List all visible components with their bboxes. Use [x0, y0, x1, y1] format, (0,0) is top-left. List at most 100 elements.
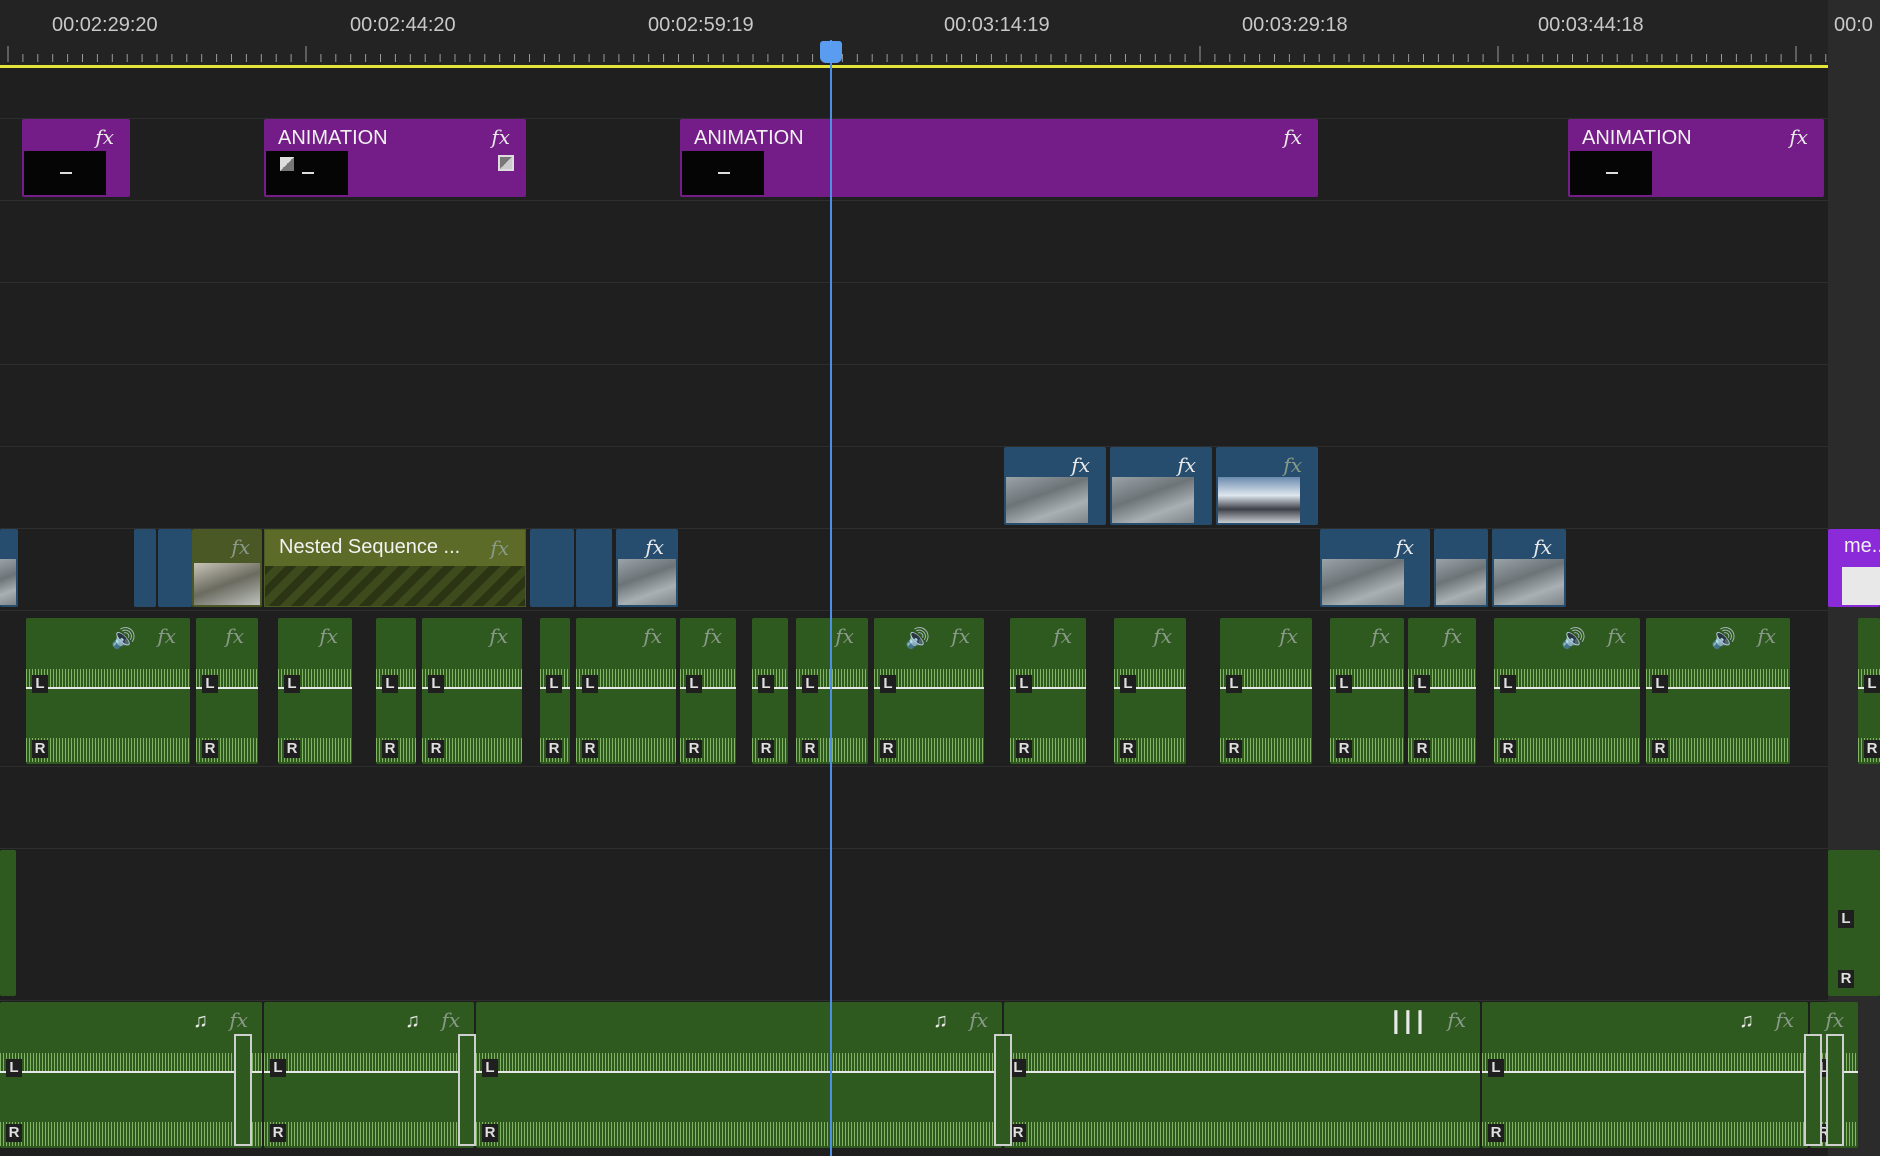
fx-badge[interactable]: fx — [1825, 1008, 1844, 1032]
audio-clip[interactable]: L Rfx — [1220, 618, 1312, 764]
playhead-handle[interactable] — [820, 41, 842, 63]
track-audio-2[interactable] — [0, 766, 1828, 849]
volume-level-line[interactable] — [1482, 1071, 1808, 1073]
audio-transition[interactable] — [1826, 1034, 1844, 1146]
fx-badge[interactable]: fx — [1533, 535, 1552, 559]
audio-clip[interactable]: L Rfx ♫ — [264, 1002, 474, 1148]
audio-clip[interactable]: LR — [1858, 618, 1880, 764]
fx-badge[interactable]: fx — [229, 1008, 248, 1032]
playhead-line[interactable] — [830, 40, 832, 1156]
video-clip[interactable]: fx — [192, 529, 262, 607]
fx-badge[interactable]: fx — [95, 125, 114, 149]
audio-transition[interactable] — [458, 1034, 476, 1146]
volume-level-line[interactable] — [264, 1071, 474, 1073]
video-clip[interactable] — [1434, 529, 1488, 607]
volume-level-line[interactable] — [1004, 1071, 1480, 1073]
nested-clip-cut[interactable]: me.. — [1828, 529, 1880, 607]
audio-clip[interactable]: L Rfx — [1010, 618, 1086, 764]
animation-clip[interactable]: ANIMATION fx — [1568, 119, 1824, 197]
video-clip[interactable] — [576, 529, 612, 607]
fx-badge[interactable]: fx — [951, 624, 970, 648]
track-v-top[interactable] — [0, 68, 1828, 119]
video-clip[interactable]: fx — [1216, 447, 1318, 525]
video-clip[interactable]: fx — [616, 529, 678, 607]
fx-badge[interactable]: fx — [1053, 624, 1072, 648]
fx-badge[interactable]: fx — [1789, 125, 1808, 149]
fx-badge[interactable]: fx — [491, 125, 510, 149]
audio-transition[interactable] — [1804, 1034, 1822, 1146]
fx-badge[interactable]: fx — [969, 1008, 988, 1032]
audio-clip[interactable]: LR — [540, 618, 570, 764]
audio-clip[interactable]: L Rfx ┃┃┃ — [1004, 1002, 1480, 1148]
track-empty-3[interactable] — [0, 364, 1828, 447]
audio-clip[interactable]: L Rfx 🔊 — [1646, 618, 1790, 764]
track-empty-1[interactable] — [0, 200, 1828, 283]
audio-clip[interactable]: L R — [1828, 850, 1880, 996]
audio-clip[interactable]: L Rfx 🔊 — [874, 618, 984, 764]
audio-clip[interactable]: L Rfx — [196, 618, 258, 764]
fx-badge[interactable]: fx — [1279, 624, 1298, 648]
fx-badge[interactable]: fx — [1177, 453, 1196, 477]
fx-badge[interactable]: fx — [1071, 453, 1090, 477]
fx-badge[interactable]: fx — [490, 536, 509, 560]
volume-level-line[interactable] — [476, 1071, 1002, 1073]
volume-level-line[interactable] — [26, 687, 190, 689]
volume-level-line[interactable] — [0, 1071, 262, 1073]
fx-badge[interactable]: fx — [319, 624, 338, 648]
fx-badge[interactable]: fx — [157, 624, 176, 648]
graphics-clip[interactable]: fx — [22, 119, 130, 197]
fx-badge[interactable]: fx — [441, 1008, 460, 1032]
video-clip[interactable] — [530, 529, 574, 607]
fx-badge[interactable]: fx — [1283, 125, 1302, 149]
video-clip[interactable] — [0, 529, 18, 607]
audio-clip[interactable]: L Rfx — [1114, 618, 1186, 764]
fx-badge[interactable]: fx — [835, 624, 854, 648]
audio-clip[interactable]: L Rfx — [278, 618, 352, 764]
audio-clip[interactable]: L Rfx 🔊 — [1494, 618, 1640, 764]
fx-badge[interactable]: fx — [1371, 624, 1390, 648]
video-clip[interactable]: fx — [1320, 529, 1430, 607]
fx-badge[interactable]: fx — [1395, 535, 1414, 559]
track-empty-2[interactable] — [0, 282, 1828, 365]
audio-transition[interactable] — [234, 1034, 252, 1146]
animation-clip[interactable]: ANIMATION fx — [264, 119, 526, 197]
audio-clip[interactable]: L Rfx — [1330, 618, 1404, 764]
audio-clip[interactable]: LR — [752, 618, 788, 764]
fx-badge[interactable]: fx — [1283, 453, 1302, 477]
fx-badge[interactable]: fx — [645, 535, 664, 559]
timeline-panel[interactable]: 00:02:29:20 00:02:44:20 00:02:59:19 00:0… — [0, 0, 1880, 1156]
audio-clip[interactable]: L Rfx 🔊 — [26, 618, 190, 764]
fx-badge[interactable]: fx — [1153, 624, 1172, 648]
video-clip[interactable]: fx — [1004, 447, 1106, 525]
fx-badge[interactable]: fx — [643, 624, 662, 648]
audio-transition[interactable] — [994, 1034, 1012, 1146]
fx-badge[interactable]: fx — [1775, 1008, 1794, 1032]
video-clip[interactable]: fx — [1492, 529, 1566, 607]
audio-clip[interactable]: L Rfx — [680, 618, 736, 764]
fx-badge[interactable]: fx — [1757, 624, 1776, 648]
track-video-2[interactable] — [0, 446, 1828, 529]
audio-clip[interactable] — [0, 850, 16, 996]
fx-badge[interactable]: fx — [703, 624, 722, 648]
audio-clip[interactable]: L Rfx ♫ — [1482, 1002, 1808, 1148]
fx-badge[interactable]: fx — [1443, 624, 1462, 648]
fx-badge[interactable]: fx — [231, 535, 250, 559]
video-clip[interactable] — [134, 529, 156, 607]
audio-clip[interactable]: L Rfx — [796, 618, 868, 764]
video-clip[interactable]: fx — [1110, 447, 1212, 525]
time-ruler[interactable]: 00:02:29:20 00:02:44:20 00:02:59:19 00:0… — [0, 0, 1828, 67]
audio-clip[interactable]: L Rfx — [1408, 618, 1476, 764]
fx-badge[interactable]: fx — [489, 624, 508, 648]
fx-badge[interactable]: fx — [1607, 624, 1626, 648]
fx-badge[interactable]: fx — [225, 624, 244, 648]
nested-sequence-clip[interactable]: Nested Sequence ... fx — [264, 529, 526, 607]
fx-badge[interactable]: fx — [1447, 1008, 1466, 1032]
video-clip[interactable] — [158, 529, 192, 607]
audio-clip[interactable]: L Rfx — [422, 618, 522, 764]
audio-clip[interactable]: L Rfx — [576, 618, 676, 764]
audio-clip[interactable]: LR — [376, 618, 416, 764]
audio-clip[interactable]: L Rfx ♫ — [476, 1002, 1002, 1148]
track-audio-3[interactable] — [0, 848, 1828, 1001]
audio-clip[interactable]: L Rfx ♫ — [0, 1002, 262, 1148]
animation-clip[interactable]: ANIMATION fx — [680, 119, 1318, 197]
